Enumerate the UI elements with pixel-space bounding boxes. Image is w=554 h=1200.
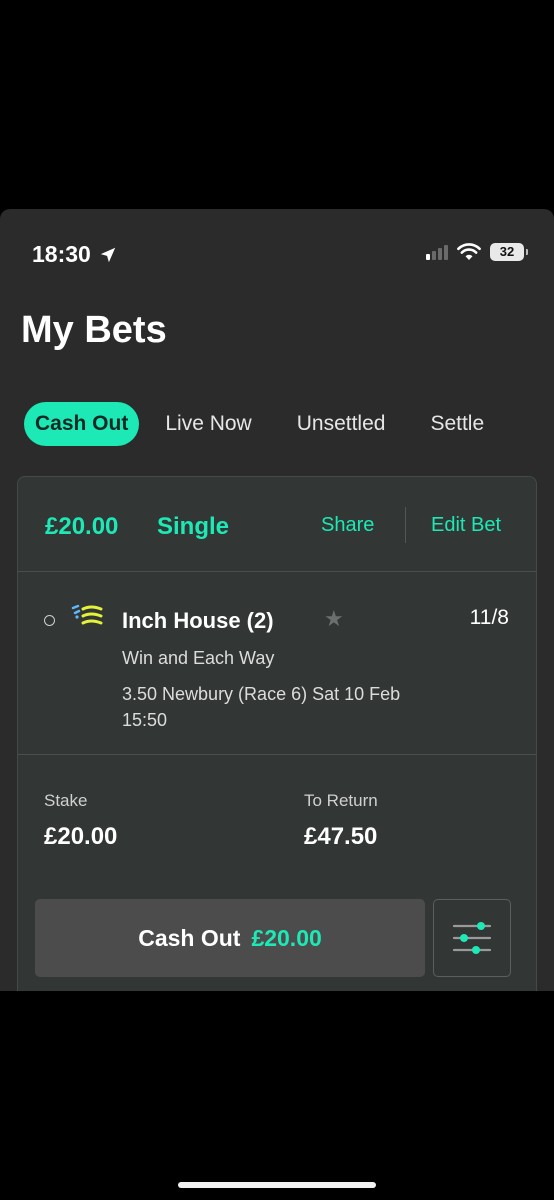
jockey-silks-icon bbox=[71, 604, 103, 625]
cash-out-amount: £20.00 bbox=[251, 924, 322, 951]
cash-out-settings-button[interactable] bbox=[433, 899, 511, 977]
cellular-signal-icon bbox=[426, 244, 448, 260]
sliders-icon bbox=[452, 922, 492, 954]
selection-status-indicator bbox=[44, 615, 55, 626]
selection-market: Win and Each Way bbox=[122, 648, 275, 668]
tab-cash-out[interactable]: Cash Out bbox=[24, 402, 140, 446]
wifi-icon bbox=[457, 243, 481, 260]
status-time-text: 18:30 bbox=[32, 241, 91, 267]
selection-name[interactable]: Inch House (2) bbox=[122, 608, 274, 634]
home-indicator[interactable] bbox=[178, 1182, 376, 1188]
bet-card-header: £20.00 Single Share Edit Bet bbox=[18, 477, 536, 572]
cash-out-button[interactable]: Cash Out £20.00 bbox=[35, 899, 425, 977]
share-button[interactable]: Share bbox=[321, 514, 374, 537]
tab-settled[interactable]: Settle bbox=[430, 402, 484, 446]
stake-value: £20.00 bbox=[44, 823, 118, 850]
bet-amount: £20.00 bbox=[45, 513, 119, 540]
bet-card: £20.00 Single Share Edit Bet Inch House … bbox=[17, 476, 537, 991]
selection-odds: 11/8 bbox=[469, 606, 509, 629]
battery-icon: 32 bbox=[490, 243, 528, 261]
cash-out-label: Cash Out bbox=[138, 924, 241, 951]
page-title: My Bets bbox=[21, 309, 167, 351]
tab-unsettled[interactable]: Unsettled bbox=[297, 402, 386, 446]
star-icon[interactable]: ★ bbox=[324, 606, 344, 632]
tab-live-now[interactable]: Live Now bbox=[165, 402, 251, 446]
stake-label: Stake bbox=[44, 791, 88, 810]
edit-bet-button[interactable]: Edit Bet bbox=[431, 514, 501, 537]
battery-level: 32 bbox=[499, 244, 515, 259]
return-value: £47.50 bbox=[304, 823, 378, 850]
bet-selection: Inch House (2) ★ 11/8 Win and Each Way 3… bbox=[18, 572, 536, 755]
bet-type: Single bbox=[157, 513, 230, 540]
app-screen: 18:30 32 My Bets Cash Out Live Now Unset… bbox=[0, 209, 554, 991]
status-bar: 18:30 32 bbox=[0, 209, 554, 289]
stake-return-row: Stake £20.00 To Return £47.50 bbox=[18, 755, 536, 875]
status-time: 18:30 bbox=[32, 241, 117, 268]
location-arrow-icon bbox=[100, 247, 116, 262]
status-icons: 32 bbox=[426, 243, 528, 261]
return-label: To Return bbox=[304, 791, 378, 810]
bet-filter-tabs: Cash Out Live Now Unsettled Settle bbox=[24, 402, 529, 446]
selection-event: 3.50 Newbury (Race 6) Sat 10 Feb 15:50 bbox=[122, 684, 401, 730]
header-divider bbox=[405, 507, 406, 543]
